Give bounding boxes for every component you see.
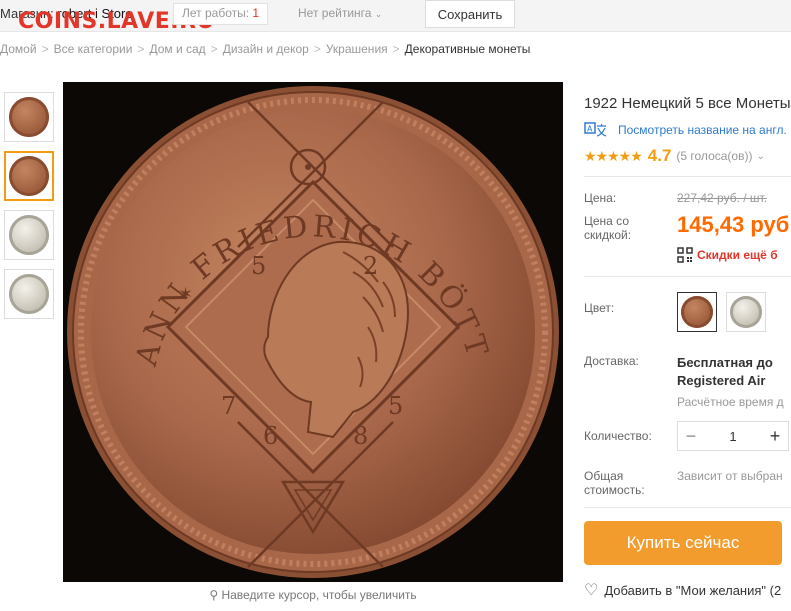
translate-icon: A (584, 122, 607, 137)
qr-code-icon (677, 247, 693, 263)
app-discount-link[interactable]: Скидки ещё б (677, 247, 778, 263)
breadcrumb-separator: > (41, 42, 49, 56)
chevron-down-icon: ⌄ (756, 150, 765, 162)
breadcrumb-current: Декоративные монеты (404, 42, 531, 56)
coin-numeral: 7 (221, 392, 236, 420)
quantity-label: Количество: (584, 429, 652, 443)
breadcrumb-decorations[interactable]: Украшения (326, 42, 388, 56)
color-option-brown[interactable] (677, 292, 717, 332)
delivery-estimate: Расчётное время д (677, 395, 784, 409)
divider (584, 276, 791, 277)
coin-numeral: 6 (263, 422, 278, 450)
color-option-silver[interactable] (726, 292, 766, 332)
translate-title-link[interactable]: A Посмотреть название на англ. (584, 122, 787, 138)
thumbnail-3[interactable] (4, 210, 54, 260)
brown-coin-thumbnail-image (9, 156, 49, 196)
silver-coin-thumbnail-image (9, 274, 49, 314)
thumbnail-2[interactable] (4, 151, 54, 201)
quantity-value[interactable]: 1 (704, 429, 762, 444)
shipping-method-line-1: Бесплатная до (677, 355, 773, 370)
total-cost-label: Общая стоимость: (584, 469, 645, 497)
brown-coin-swatch-image (681, 296, 713, 328)
divider (584, 176, 791, 177)
old-price: 227,42 руб. / шт. (677, 191, 768, 205)
brown-coin-thumbnail-image (9, 97, 49, 137)
coin-numeral: 8 (353, 422, 368, 450)
svg-text:A: A (587, 125, 593, 134)
discount-price-label: Цена со скидкой: (584, 214, 632, 242)
breadcrumb-separator: > (210, 42, 218, 56)
store-rating-label: Нет рейтинга (298, 6, 372, 20)
translate-label: Посмотреть название на англ. (618, 123, 787, 137)
discount-price: 145,43 руб (677, 212, 790, 237)
wishlist-label: Добавить в "Мои желания" (2 (604, 582, 782, 598)
thumbnail-4[interactable] (4, 269, 54, 319)
heart-icon: ♡ (584, 582, 599, 599)
breadcrumb: Домой > Все категории > Дом и сад > Дизайн и д… (0, 42, 530, 56)
silver-coin-swatch-image (730, 296, 762, 328)
app-discount-text: Скидки ещё б (697, 248, 778, 262)
store-rating-dropdown[interactable]: Нет рейтинга ⌄ (298, 6, 382, 20)
divider (584, 507, 791, 508)
add-to-wishlist-link[interactable]: ♡ Добавить в "Мои желания" (2 (584, 580, 781, 600)
quantity-stepper: − 1 + (677, 421, 789, 451)
buy-now-button[interactable]: Купить сейчас (584, 521, 782, 565)
zoom-hint-text: Наведите курсор, чтобы увеличить (221, 588, 417, 602)
magnifier-icon: ⚲ (209, 588, 219, 602)
rating-row[interactable]: ★★★★★ 4.7 (5 голоса(ов)) ⌄ (584, 146, 765, 166)
coin-image: JOHANN FRIEDRICH BÖTTGER 5 2 7 6 8 5 ✶ (63, 82, 559, 578)
shipping-label: Доставка: (584, 354, 639, 368)
breadcrumb-separator: > (392, 42, 400, 56)
rating-score: 4.7 (647, 146, 672, 165)
silver-coin-thumbnail-image (9, 215, 49, 255)
votes-count: (5 голоса(ов)) (676, 149, 753, 163)
breadcrumb-all-categories[interactable]: Все категории (54, 42, 133, 56)
gallery-thumbnails (4, 92, 54, 328)
store-topbar: Магазин: robert i Store COINS.LAVE.RU Ле… (0, 0, 791, 34)
store-years-badge: Лет работы: 1 (173, 3, 269, 25)
quantity-decrease-button[interactable]: − (678, 426, 704, 447)
breadcrumb-separator: > (137, 42, 145, 56)
breadcrumb-home[interactable]: Домой (0, 42, 37, 56)
star-rating-icons: ★★★★★ (584, 147, 643, 164)
store-years-label: Лет работы: (182, 6, 253, 20)
star-icon: ✶ (178, 284, 193, 304)
coin-numeral: 5 (251, 252, 266, 280)
total-cost-value: Зависит от выбран (677, 469, 783, 483)
save-store-button[interactable]: Сохранить (425, 0, 515, 28)
product-title: 1922 Немецкий 5 все Монеты (584, 95, 791, 112)
zoom-hint: ⚲ Наведите курсор, чтобы увеличить (63, 588, 563, 602)
breadcrumb-home-garden[interactable]: Дом и сад (149, 42, 205, 56)
main-product-image[interactable]: JOHANN FRIEDRICH BÖTTGER 5 2 7 6 8 5 ✶ (63, 82, 563, 582)
shipping-method[interactable]: Бесплатная до Registered Air (677, 354, 773, 390)
coin-numeral: 2 (363, 252, 378, 280)
color-label: Цвет: (584, 301, 615, 315)
thumbnail-1[interactable] (4, 92, 54, 142)
shipping-method-line-2: Registered Air (677, 373, 766, 388)
breadcrumb-design-decor[interactable]: Дизайн и декор (223, 42, 309, 56)
price-label: Цена: (584, 191, 617, 205)
breadcrumb-separator: > (313, 42, 321, 56)
store-years-value: 1 (252, 6, 260, 20)
chevron-down-icon: ⌄ (374, 9, 383, 19)
quantity-increase-button[interactable]: + (762, 426, 788, 447)
coin-numeral: 5 (388, 392, 403, 420)
